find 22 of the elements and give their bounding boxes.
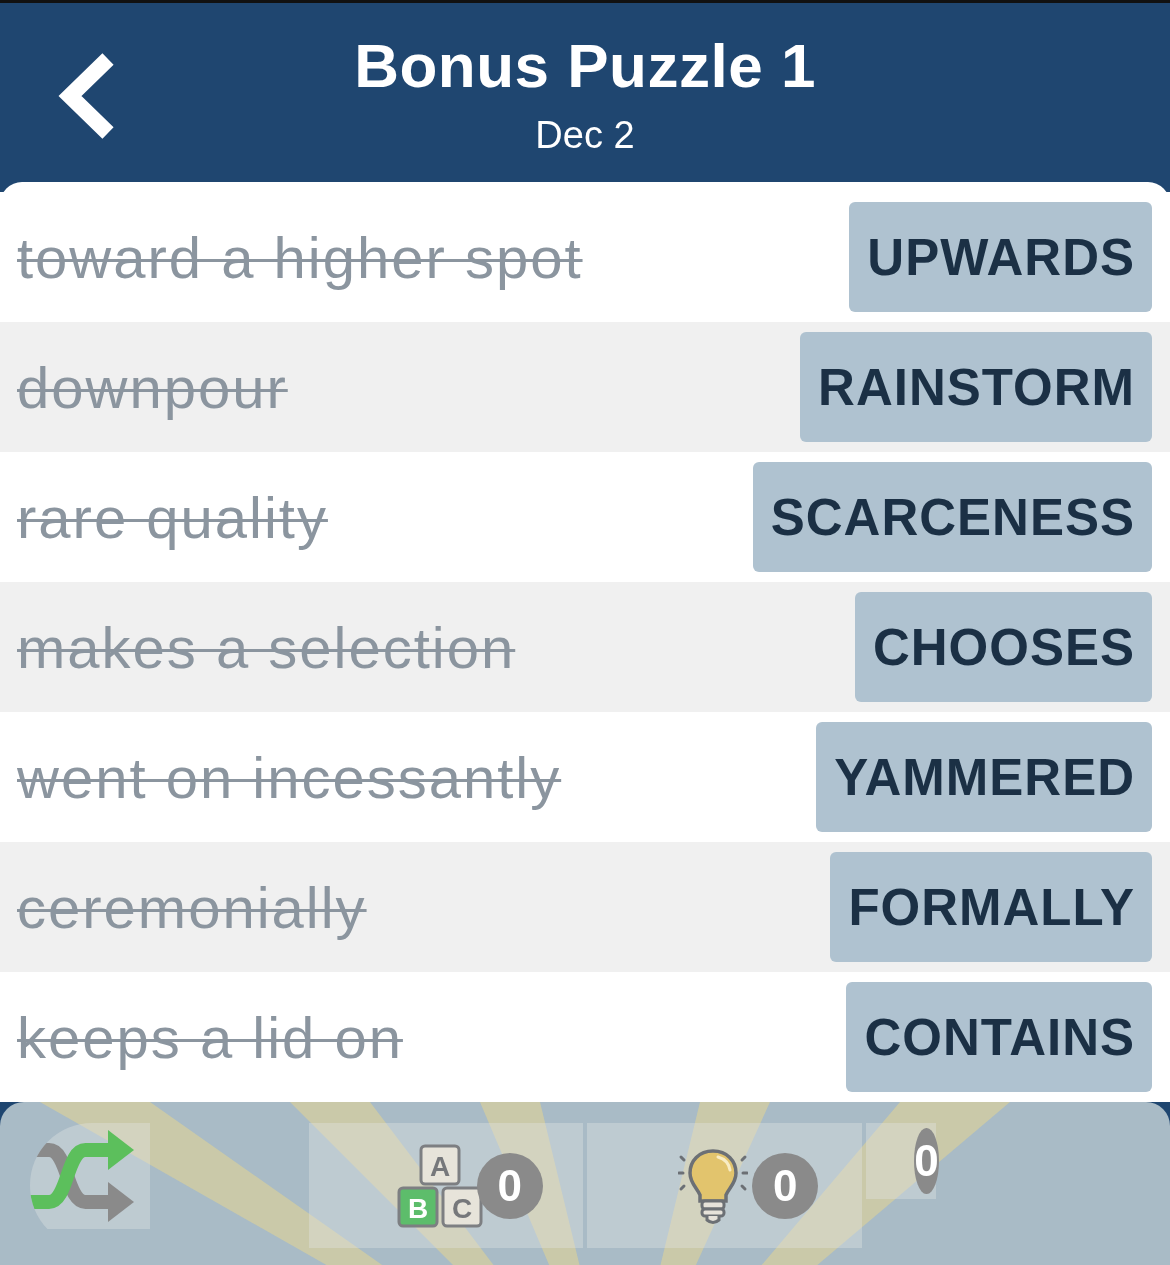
answer-tile: CHOOSES — [854, 592, 1152, 702]
count-badge: 0 — [914, 1128, 939, 1194]
clue-text: went on incessantly — [17, 743, 562, 811]
letters-button[interactable]: A B C 0 — [308, 1123, 583, 1248]
puzzle-date: Dec 2 — [535, 113, 635, 157]
hint-button[interactable]: 0 — [587, 1123, 862, 1248]
clue-text: makes a selection — [17, 613, 516, 681]
answer-tile: RAINSTORM — [800, 332, 1152, 442]
clue-text: rare quality — [17, 483, 328, 551]
answer-tile: UPWARDS — [849, 202, 1152, 312]
puzzle-title: Bonus Puzzle 1 — [354, 31, 816, 101]
clue-text: keeps a lid on — [17, 1003, 403, 1071]
clue-text: ceremonially — [17, 873, 367, 941]
count-badge: 0 — [476, 1152, 543, 1219]
answer-tile: SCARCENESS — [752, 462, 1152, 572]
clue-text: toward a higher spot — [17, 223, 583, 291]
answer-tile: FORMALLY — [830, 852, 1152, 962]
answer-tile: YAMMERED — [816, 722, 1152, 832]
target-button[interactable]: 0 — [865, 1123, 936, 1199]
count-badge: 0 — [752, 1152, 819, 1219]
answer-tile: CONTAINS — [846, 982, 1152, 1092]
clue-text: downpour — [17, 353, 288, 421]
